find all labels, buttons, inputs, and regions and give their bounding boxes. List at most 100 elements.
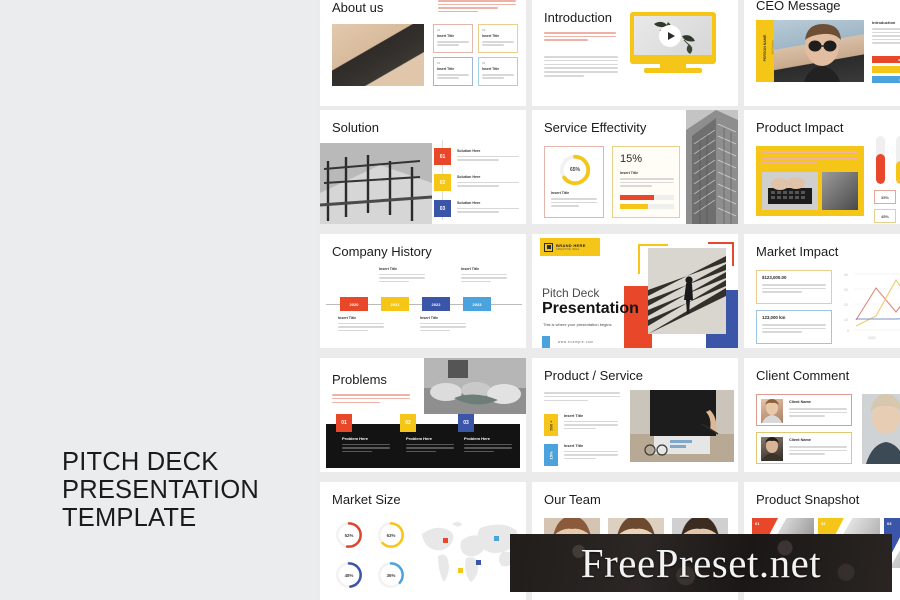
service-bar-fill-2 — [620, 204, 648, 209]
slide-title-slide[interactable]: BRAND HERE CREATIVE IDEA Pitch Deck Pres… — [532, 234, 738, 348]
about-card-3[interactable]: 03 Insert Title — [433, 57, 473, 86]
about-card-title: Insert Title — [482, 67, 500, 71]
slide-market-size[interactable]: Market Size 52% 63% 48% 36% — [320, 482, 526, 600]
slide-title: Product / Service — [544, 368, 643, 383]
service-photo — [686, 110, 738, 224]
tube-track-2 — [896, 136, 900, 184]
world-map-graphic — [422, 522, 519, 582]
market-stat-value-1: $123,000.00 — [762, 275, 787, 280]
ps-item-2: Insert Title — [564, 444, 618, 460]
problem-badge-3: 03 — [458, 414, 474, 432]
about-card-body — [437, 41, 469, 46]
ps-item-title: Insert Title — [564, 414, 584, 418]
problem-item-title: Problem Here — [342, 436, 369, 441]
title-subtitle: This is where your presentation begins — [543, 322, 612, 327]
client-card-2[interactable]: Client Name — [756, 432, 852, 464]
tube-fill-1 — [876, 154, 885, 184]
client-photo — [862, 394, 900, 464]
slide-company-history[interactable]: Company History 2020 Insert Title 2021 I… — [320, 234, 526, 348]
slide-solution[interactable]: Solution 01 Solution Here 02 Solution He… — [320, 110, 526, 224]
market-line-chart: 403020 100 202020212022 — [842, 268, 900, 342]
two-people-graphic — [862, 394, 900, 464]
ps-intro — [544, 392, 620, 402]
about-card-num: 03 — [437, 61, 441, 65]
product-impact-body — [762, 151, 858, 164]
about-card-num: 04 — [482, 61, 486, 65]
slide-client-comment[interactable]: Client Comment Client Name Client Name — [744, 358, 900, 472]
ceo-person-label-strip: PERSON NAME Job Position — [756, 20, 775, 82]
svg-text:30: 30 — [844, 288, 848, 292]
history-item-4: Insert Title — [461, 267, 507, 283]
world-map — [416, 516, 522, 592]
slide-title: Product Snapshot — [756, 492, 860, 507]
history-item-1: Insert Title — [338, 316, 384, 332]
client-body-1 — [789, 408, 847, 417]
slide-about-us[interactable]: About us 01 Insert Title 02 Insert Title — [320, 0, 526, 106]
solution-badge-2: 02 — [434, 174, 451, 191]
problem-item-title: Problem Here — [464, 436, 491, 441]
skyscraper-graphic — [686, 110, 738, 224]
portrait-graphic — [804, 24, 841, 82]
title-website: www.example.com — [558, 340, 594, 344]
svg-text:20: 20 — [844, 303, 848, 307]
slide-introduction[interactable]: Introduction — [532, 0, 738, 106]
about-card-1[interactable]: 01 Insert Title — [433, 24, 473, 53]
ceo-bar-value: 38% — [872, 56, 900, 63]
snapshot-num-1: 01 — [755, 521, 760, 526]
play-button-icon[interactable] — [659, 25, 681, 47]
donut-label: Insert Title — [551, 191, 570, 195]
watermark-text: FreePreset.net — [580, 540, 822, 586]
solution-badge-1: 01 — [434, 148, 451, 165]
title-line-1: Pitch Deck — [542, 286, 600, 300]
market-stat-card-1[interactable]: $123,000.00 — [756, 270, 832, 304]
ceo-section-label: Introduction — [872, 20, 896, 25]
donut-body — [551, 198, 597, 207]
slide-title: Problems — [332, 372, 387, 387]
stairs-photo-graphic — [320, 143, 432, 224]
market-stat-card-2[interactable]: 123,000 km — [756, 310, 832, 344]
brand-mark-icon — [544, 242, 553, 252]
ceo-bar-track: 44% — [872, 66, 900, 73]
about-card-4[interactable]: 04 Insert Title — [478, 57, 518, 86]
slide-title: Market Size — [332, 492, 401, 507]
ceo-bar-track: 47% — [872, 76, 900, 83]
history-year-1: 2020 — [340, 297, 368, 311]
map-marker-lightblue — [494, 536, 499, 541]
market-stat-body-2 — [762, 324, 826, 333]
product-impact-photo-1 — [762, 172, 818, 210]
about-card-2[interactable]: 02 Insert Title — [478, 24, 518, 53]
client-card-1[interactable]: Client Name — [756, 394, 852, 426]
client-body-2 — [789, 446, 847, 455]
svg-text:40: 40 — [844, 273, 848, 277]
tube-track-1 — [876, 136, 885, 184]
service-card-stat[interactable]: 15% Insert Title — [612, 146, 680, 218]
history-year-4: 2023 — [463, 297, 491, 311]
service-stat-value: 15% — [620, 153, 643, 165]
about-photo — [332, 24, 424, 86]
slide-market-impact[interactable]: Market Impact $123,000.00 123,000 km 40 … — [744, 234, 900, 348]
slide-product-service[interactable]: Product / Service 500 + Insert Title 15%… — [532, 358, 738, 472]
market-donut-value-4: 36% — [386, 572, 396, 578]
slide-problems[interactable]: Problems Problem Here Problem Here Probl… — [320, 358, 526, 472]
problems-panel: Problem Here Problem Here Problem Here — [326, 424, 520, 468]
slide-ceo-message[interactable]: CEO Message PERSON NAME Job Position Int… — [744, 0, 900, 106]
ceo-photo — [774, 20, 864, 82]
solution-item-1: Solution Here — [457, 149, 519, 161]
service-card-donut[interactable]: 65% Insert Title — [544, 146, 604, 218]
promo-headline: PITCH DECK PRESENTATION TEMPLATE — [62, 448, 259, 532]
market-donut-3: 48% — [334, 560, 364, 595]
slide-service-effectivity[interactable]: Service Effectivity 65% Insert Title 15%… — [532, 110, 738, 224]
map-marker-blue — [476, 560, 481, 565]
about-card-num: 01 — [437, 28, 441, 32]
ceo-bar-value: 47% — [872, 76, 900, 83]
about-card-title: Insert Title — [437, 34, 455, 38]
slide-title: Product Impact — [756, 120, 844, 135]
market-donut-value-3: 48% — [344, 572, 354, 578]
line-chart-svg: 403020 100 202020212022 — [844, 273, 900, 340]
about-card-num: 02 — [482, 28, 486, 32]
brand-badge: BRAND HERE CREATIVE IDEA — [540, 238, 600, 256]
market-donut-2: 63% — [376, 520, 406, 555]
slide-product-impact[interactable]: Product Impact 35% 45% — [744, 110, 900, 224]
watermark-banner: FreePreset.net — [510, 534, 892, 592]
slide-title: Client Comment — [756, 368, 850, 383]
